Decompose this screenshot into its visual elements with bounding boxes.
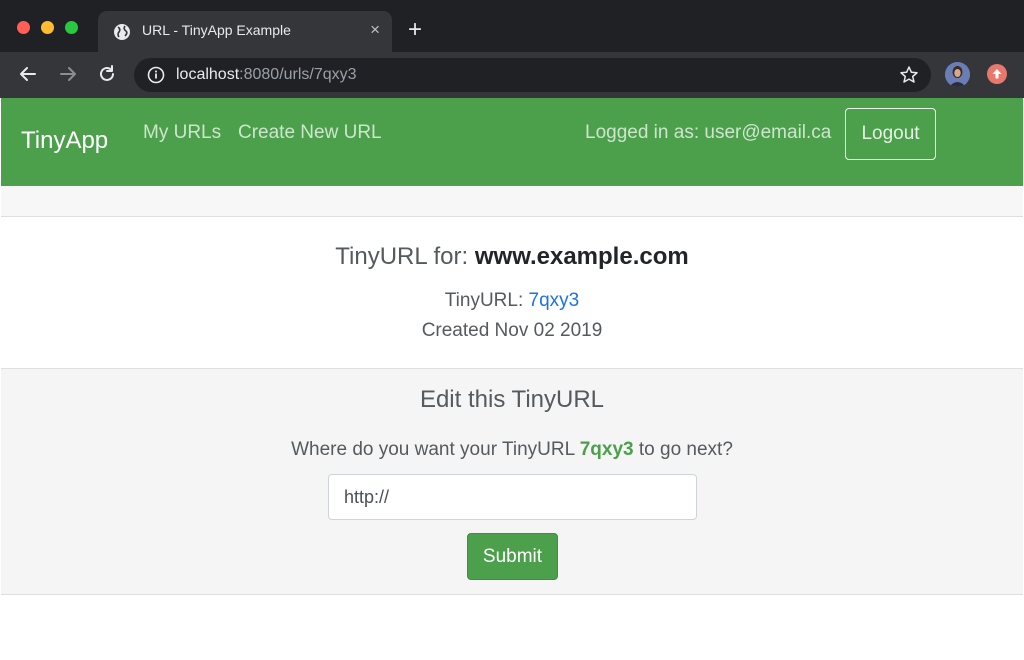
nav-link-my-urls[interactable]: My URLs bbox=[143, 122, 221, 144]
maximize-window-button[interactable] bbox=[65, 21, 78, 34]
top-navbar: TinyApp My URLs Create New URL Logged in… bbox=[1, 98, 1023, 186]
reload-icon[interactable] bbox=[96, 63, 118, 85]
edit-section: Edit this TinyURL Where do you want your… bbox=[1, 369, 1023, 595]
navbar-brand[interactable]: TinyApp bbox=[21, 127, 108, 155]
url-details-card: TinyURL for: www.example.com TinyURL: 7q… bbox=[1, 217, 1023, 369]
globe-icon bbox=[114, 24, 130, 40]
created-date: Created Nov 02 2019 bbox=[421, 320, 603, 341]
title-prefix: TinyURL for: bbox=[335, 243, 475, 270]
extension-arrow-icon bbox=[992, 69, 1002, 79]
tab-title: URL - TinyApp Example bbox=[142, 22, 291, 38]
web-page: TinyApp My URLs Create New URL Logged in… bbox=[1, 98, 1023, 660]
submit-button[interactable]: Submit bbox=[467, 533, 558, 580]
card-header-strip bbox=[1, 186, 1023, 217]
site-info-icon[interactable] bbox=[147, 66, 165, 84]
new-tab-button[interactable]: + bbox=[408, 16, 422, 44]
bookmark-star-icon[interactable] bbox=[899, 65, 919, 85]
url-path: :8080/urls/7qxy3 bbox=[239, 66, 357, 83]
nav-link-create-new-url[interactable]: Create New URL bbox=[238, 122, 382, 144]
url-host: localhost bbox=[176, 66, 240, 83]
long-url-input[interactable] bbox=[328, 474, 697, 520]
short-url-link[interactable]: 7qxy3 bbox=[529, 290, 580, 311]
profile-avatar[interactable] bbox=[945, 62, 970, 87]
browser-tab-strip: URL - TinyApp Example × + bbox=[0, 0, 1024, 52]
forward-arrow-icon[interactable] bbox=[57, 63, 79, 85]
close-window-button[interactable] bbox=[17, 21, 30, 34]
logged-in-status: Logged in as: user@email.ca bbox=[585, 122, 832, 143]
long-url: www.example.com bbox=[474, 243, 689, 270]
edit-question: Where do you want your TinyURL 7qxy3 to … bbox=[1, 439, 1023, 461]
profile-photo-icon bbox=[945, 62, 970, 87]
url-text: localhost:8080/urls/7qxy3 bbox=[176, 66, 357, 84]
question-prefix: Where do you want your TinyURL bbox=[291, 439, 580, 460]
browser-toolbar: localhost:8080/urls/7qxy3 bbox=[0, 52, 1024, 98]
short-url-label: TinyURL: bbox=[444, 290, 529, 311]
url-card-title: TinyURL for: www.example.com bbox=[1, 243, 1023, 271]
back-arrow-icon[interactable] bbox=[17, 63, 39, 85]
short-url-line: TinyURL: 7qxy3 bbox=[1, 290, 1023, 312]
question-code: 7qxy3 bbox=[579, 439, 634, 460]
edit-title: Edit this TinyURL bbox=[419, 386, 605, 413]
extension-icon[interactable] bbox=[987, 64, 1007, 84]
question-suffix: to go next? bbox=[633, 439, 733, 460]
logout-button[interactable]: Logout bbox=[845, 108, 936, 160]
minimize-window-button[interactable] bbox=[41, 21, 54, 34]
browser-tab[interactable]: URL - TinyApp Example × bbox=[98, 11, 392, 52]
address-bar[interactable]: localhost:8080/urls/7qxy3 bbox=[134, 58, 931, 92]
close-tab-icon[interactable]: × bbox=[370, 20, 380, 40]
